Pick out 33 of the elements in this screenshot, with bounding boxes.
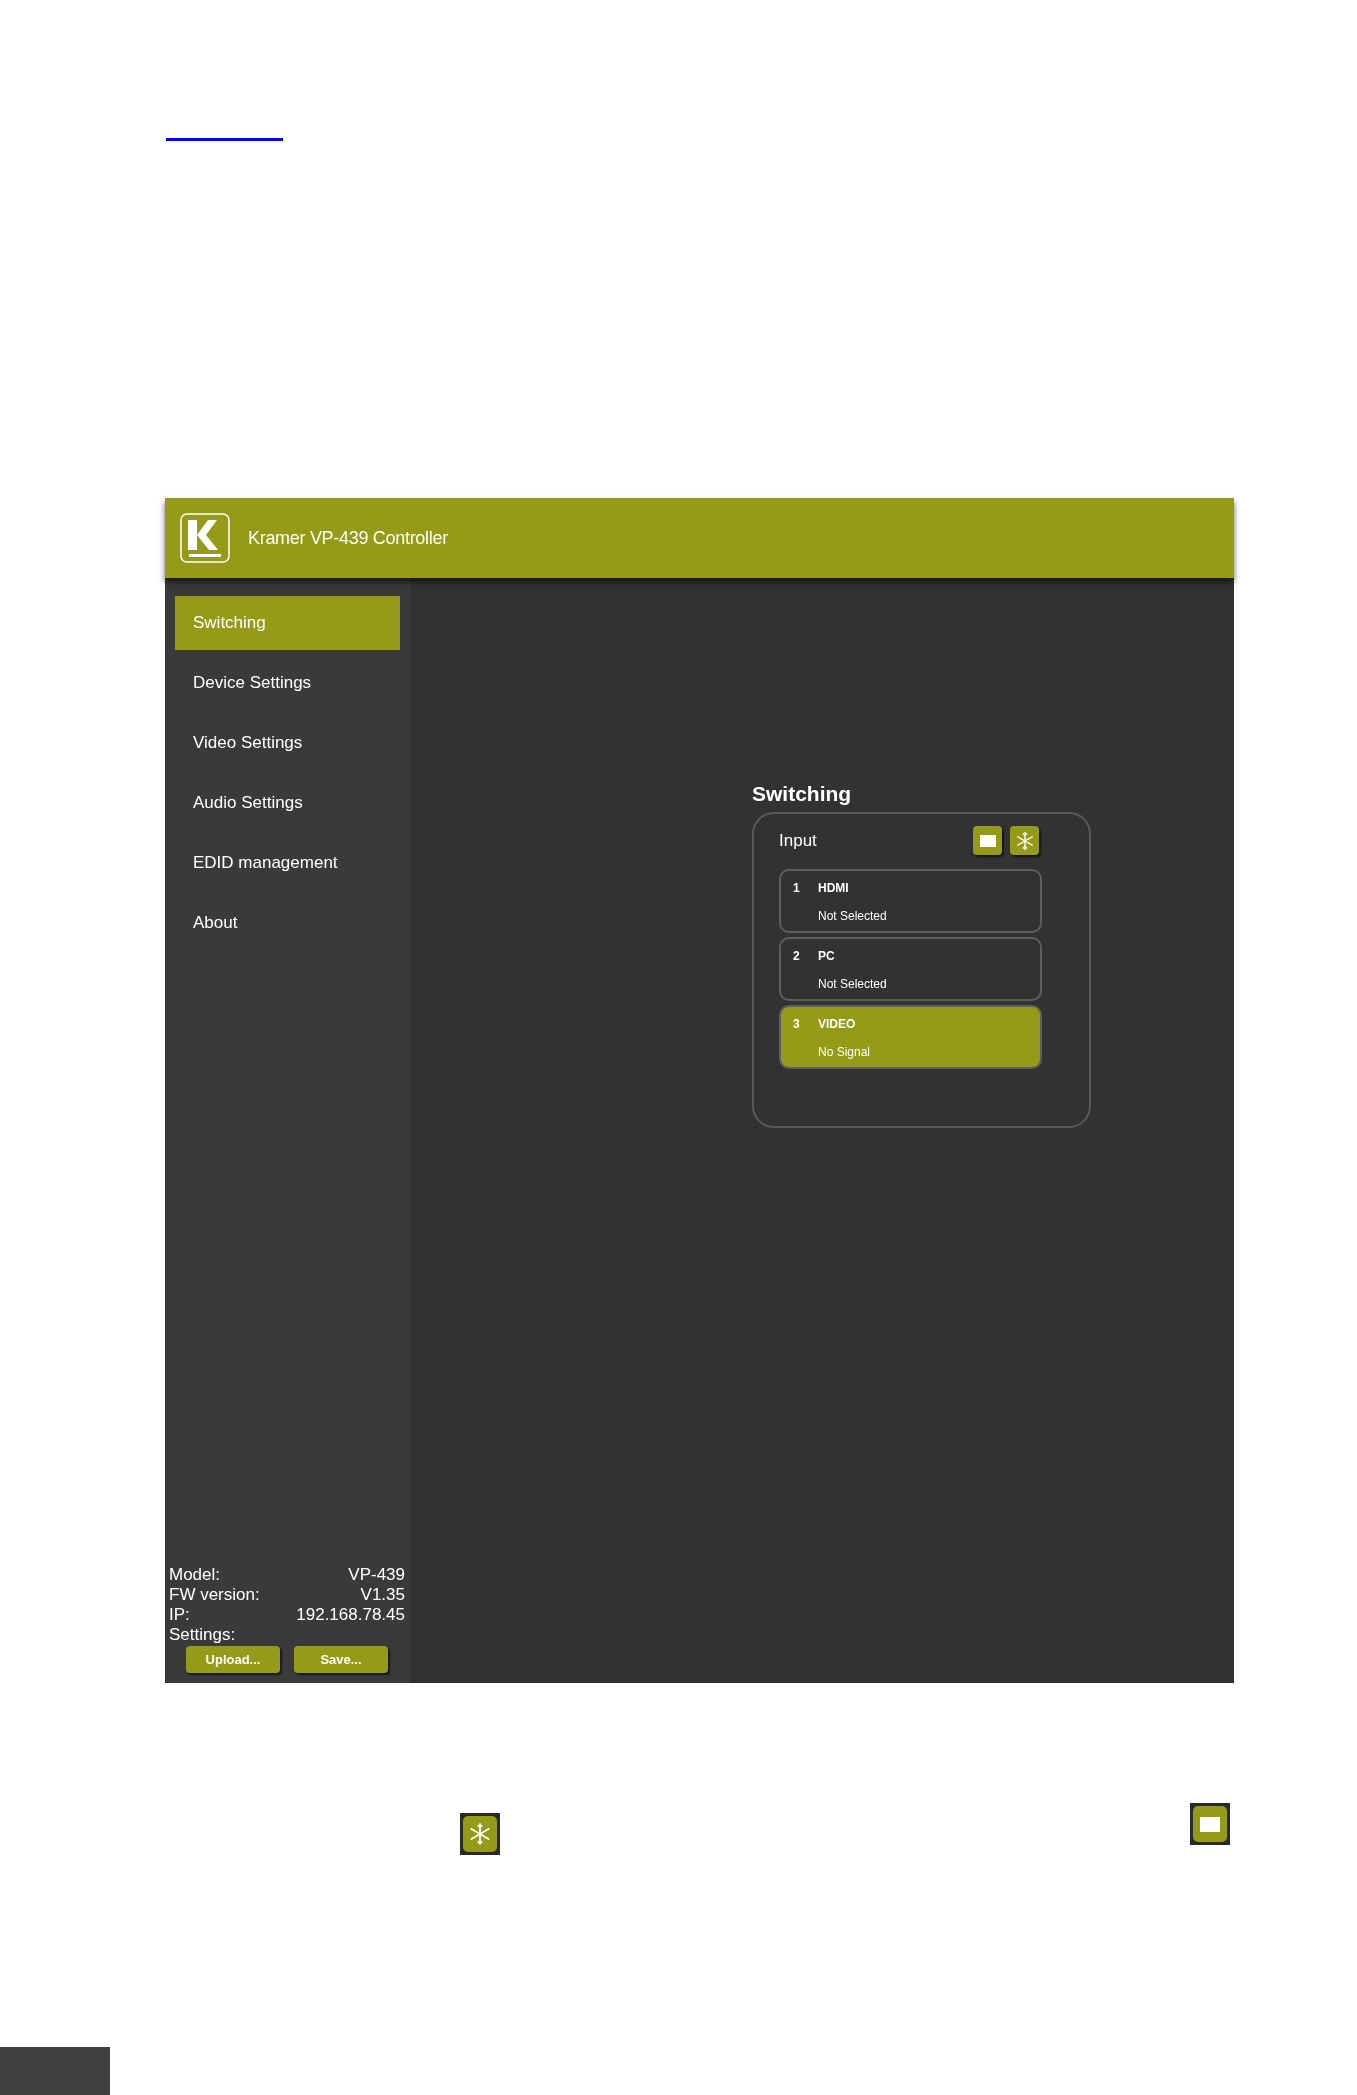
info-label: FW version: [169,1585,260,1605]
stop-icon [979,834,996,847]
input-status: Not Selected [818,977,888,993]
window-title: Kramer VP-439 Controller [248,527,448,549]
input-name: HDMI [818,881,850,897]
info-value: 192.168.78.45 [296,1605,405,1625]
logo-icon [180,513,230,563]
input-number: 1 [793,881,801,897]
info-value: V1.35 [360,1585,405,1605]
snowflake-icon [1014,830,1035,851]
info-label: Model: [169,1565,221,1585]
input-number: 3 [793,1017,801,1033]
nav-item[interactable]: About [175,896,400,950]
snowflake-icon [468,1822,492,1846]
section-title: Switching [752,782,853,806]
nav-item[interactable]: Video Settings [175,716,400,770]
input-label: Input [779,830,817,851]
input-status: Not Selected [818,909,888,925]
input-name: VIDEO [818,1017,857,1033]
freeze-button[interactable] [1010,826,1039,855]
nav-item[interactable]: Audio Settings [175,776,400,830]
input-item[interactable]: 2 PC Not Selected [779,937,1042,1001]
info-value: VP-439 [348,1565,405,1585]
settings-label: Settings: [169,1625,236,1645]
stop-button[interactable] [973,826,1002,855]
input-name: PC [818,949,836,965]
input-item[interactable]: 1 HDMI Not Selected [779,869,1042,933]
input-number: 2 [793,949,801,965]
nav-item[interactable]: Device Settings [175,656,400,710]
stop-icon [1200,1816,1220,1832]
input-status: No Signal [818,1045,872,1061]
info-label: IP: [169,1605,190,1625]
nav-item[interactable]: EDID management [175,836,400,890]
